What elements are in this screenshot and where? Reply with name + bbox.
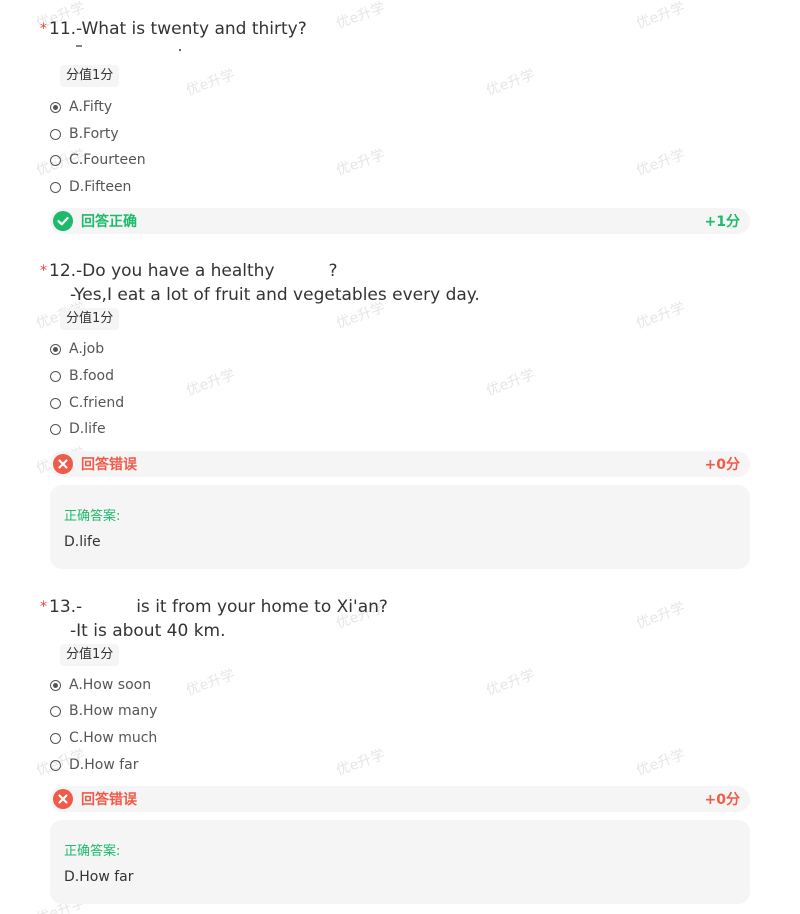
correct-answer-box: 正确答案: D.How far [50,820,750,904]
correct-answer-label: 正确答案: [64,509,121,524]
option-d[interactable]: D.How far [50,755,139,775]
required-mark: * [40,599,47,615]
option-d[interactable]: D.life [50,419,106,439]
radio-icon[interactable] [50,423,61,435]
option-a[interactable]: A.Fifty [50,97,112,117]
result-score: +0分 [704,792,740,808]
correct-answer-box: 正确答案: D.life [50,485,750,569]
option-label: B.How many [69,703,158,719]
option-label: A.Fifty [69,99,113,115]
watermark: 优e升学 [184,66,238,100]
option-b[interactable]: B.How many [50,701,157,721]
question-title: * 11.-What is twenty and thirty? [40,18,307,41]
question-text: 12.-Do you have a healthy ? [49,261,338,281]
option-label: C.friend [69,395,125,411]
option-a[interactable]: A.How soon [50,675,151,695]
radio-icon[interactable] [50,370,61,382]
radio-selected-icon[interactable] [50,343,61,355]
option-d[interactable]: D.Fifteen [50,177,131,197]
result-bar: 回答错误 +0分 [50,451,750,477]
option-c[interactable]: C.How much [50,728,157,748]
option-c[interactable]: C.Fourteen [50,150,146,170]
score-tag: 分值1分 [60,644,120,666]
option-label: B.food [69,368,115,384]
question-subtitle: -Yes,I eat a lot of fruit and vegetables… [70,285,480,305]
radio-icon[interactable] [50,128,61,140]
correct-answer-value: D.life [64,534,101,550]
option-label: C.Fourteen [69,152,146,168]
option-a[interactable]: A.job [50,339,104,359]
answer-blank-line [76,45,181,51]
question-title: * 13.- is it from your home to Xi'an? [40,596,388,619]
correct-answer-value: D.How far [64,869,134,885]
close-circle-icon [53,454,73,474]
question-title: * 12.-Do you have a healthy ? [40,260,338,283]
watermark: 优e升学 [634,146,688,180]
result-bar: 回答正确 +1分 [50,208,750,234]
result-score: +1分 [704,214,740,230]
watermark: 优e升学 [334,746,388,780]
watermark: 优e升学 [484,66,538,100]
radio-icon[interactable] [50,732,61,744]
radio-selected-icon[interactable] [50,679,61,691]
radio-icon[interactable] [50,154,61,166]
question-text: 13.- is it from your home to Xi'an? [49,597,388,617]
watermark: 优e升学 [634,599,688,633]
option-label: A.How soon [69,677,152,693]
option-b[interactable]: B.Forty [50,124,119,144]
option-label: D.How far [69,757,139,773]
watermark: 优e升学 [634,0,688,33]
result-score: +0分 [704,457,740,473]
option-label: B.Forty [69,126,119,142]
watermark: 优e升学 [634,746,688,780]
result-text: 回答错误 [81,792,137,808]
result-text: 回答错误 [81,457,137,473]
radio-icon[interactable] [50,181,61,193]
radio-icon[interactable] [50,759,61,771]
radio-icon[interactable] [50,705,61,717]
option-label: D.Fifteen [69,179,132,195]
question-text: 11.-What is twenty and thirty? [49,19,307,39]
option-c[interactable]: C.friend [50,393,124,413]
option-b[interactable]: B.food [50,366,114,386]
watermark: 优e升学 [484,366,538,400]
watermark: 优e升学 [634,299,688,333]
required-mark: * [40,263,47,279]
result-text: 回答正确 [81,214,137,230]
watermark: 优e升学 [334,0,388,33]
score-tag: 分值1分 [60,308,120,330]
result-bar: 回答错误 +0分 [50,786,750,812]
correct-answer-label: 正确答案: [64,844,121,859]
option-label: C.How much [69,730,158,746]
option-label: A.job [69,341,105,357]
watermark: 优e升学 [184,666,238,700]
watermark: 优e升学 [334,146,388,180]
watermark: 优e升学 [484,666,538,700]
score-tag: 分值1分 [60,65,120,87]
close-circle-icon [53,789,73,809]
required-mark: * [40,21,47,37]
question-subtitle: -It is about 40 km. [70,621,226,641]
check-circle-icon [53,211,73,231]
radio-selected-icon[interactable] [50,101,61,113]
radio-icon[interactable] [50,397,61,409]
option-label: D.life [69,421,106,437]
watermark: 优e升学 [184,366,238,400]
